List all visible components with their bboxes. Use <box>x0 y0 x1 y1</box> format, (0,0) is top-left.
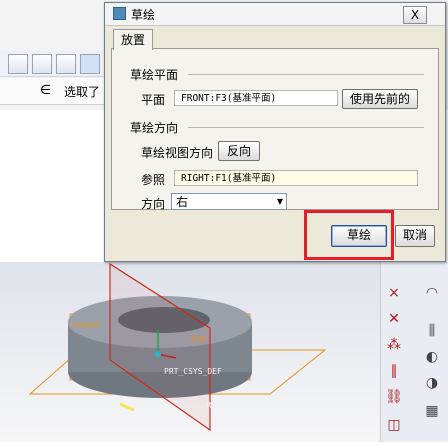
chain-icon[interactable]: ⛓ <box>385 388 403 406</box>
front-label: FRONT <box>72 321 99 330</box>
section-sketch-plane: 草绘平面 <box>130 68 179 82</box>
view-cube-icon[interactable] <box>80 54 100 74</box>
dialog-title: 草绘 <box>131 8 156 22</box>
coordinate-icon[interactable]: ⁂ <box>385 336 403 354</box>
sketch-icon[interactable]: ◫ <box>385 416 403 434</box>
filter-icon: ∈ <box>40 83 52 98</box>
use-previous-button[interactable]: 使用先前的 <box>342 89 418 109</box>
close-icon: X <box>410 8 420 22</box>
circle-icon[interactable]: ◐ <box>423 348 441 366</box>
datum-icon[interactable]: ∥ <box>385 362 403 380</box>
section-sketch-orientation: 草绘方向 <box>130 121 179 135</box>
cancel-button[interactable]: 取消 <box>395 225 435 247</box>
view-cube-icon[interactable] <box>32 54 52 74</box>
highlight-box <box>304 210 394 260</box>
view-toolbar <box>0 50 108 77</box>
direction-value: 右 <box>176 195 189 209</box>
top-label: TOP <box>189 335 206 344</box>
direction-select[interactable]: 右 ▼ <box>171 193 287 210</box>
view-cube-icon[interactable] <box>56 54 76 74</box>
divider <box>188 127 424 128</box>
sketch-tool-palette: × ✕ ⁂ ∥ ⛓ ◫ ◠ ⫼ ◐ ◑ ▦ <box>380 262 448 442</box>
selection-status: 选取了 <box>64 85 101 99</box>
axis-icon[interactable]: ✕ <box>385 310 403 328</box>
csys-label: PRT_CSYS_DEF <box>164 367 222 376</box>
close-button[interactable]: X <box>403 6 427 24</box>
plane-field[interactable]: FRONT:F3(基准平面) <box>174 90 338 106</box>
placement-panel: 草绘平面 平面 FRONT:F3(基准平面) 使用先前的 草绘方向 草绘视图方向… <box>111 48 439 211</box>
tab-placement[interactable]: 放置 <box>113 29 153 50</box>
chevron-down-icon: ▼ <box>276 197 283 206</box>
sketch-dialog: 草绘 X 放置 草绘平面 平面 FRONT:F3(基准平面) 使用先前的 草绘方… <box>104 2 446 262</box>
dialog-title-bar[interactable]: 草绘 X <box>105 3 445 26</box>
round-icon[interactable]: ◑ <box>423 374 441 392</box>
mirror-icon[interactable]: ⫼ <box>423 322 441 340</box>
divider <box>188 74 424 75</box>
reference-label: 参照 <box>141 173 166 187</box>
arc-icon[interactable]: ◠ <box>423 284 441 302</box>
direction-label: 方向 <box>141 197 166 211</box>
right-label: RIGHT <box>206 401 231 410</box>
plane-label: 平面 <box>141 93 166 107</box>
flip-button[interactable]: 反向 <box>218 141 260 161</box>
view-direction-label: 草绘视图方向 <box>141 146 214 160</box>
reference-field[interactable]: RIGHT:F1(基准平面) <box>174 170 418 186</box>
view-cube-icon[interactable] <box>8 54 28 74</box>
text-icon[interactable]: ▦ <box>423 402 441 420</box>
app-icon <box>113 7 126 20</box>
model-viewport[interactable]: FRONT TOP RIGHT PRT_CSYS_DEF <box>0 262 380 442</box>
model-graphics: FRONT TOP RIGHT PRT_CSYS_DEF <box>28 262 327 432</box>
point-icon[interactable]: × <box>385 284 403 302</box>
